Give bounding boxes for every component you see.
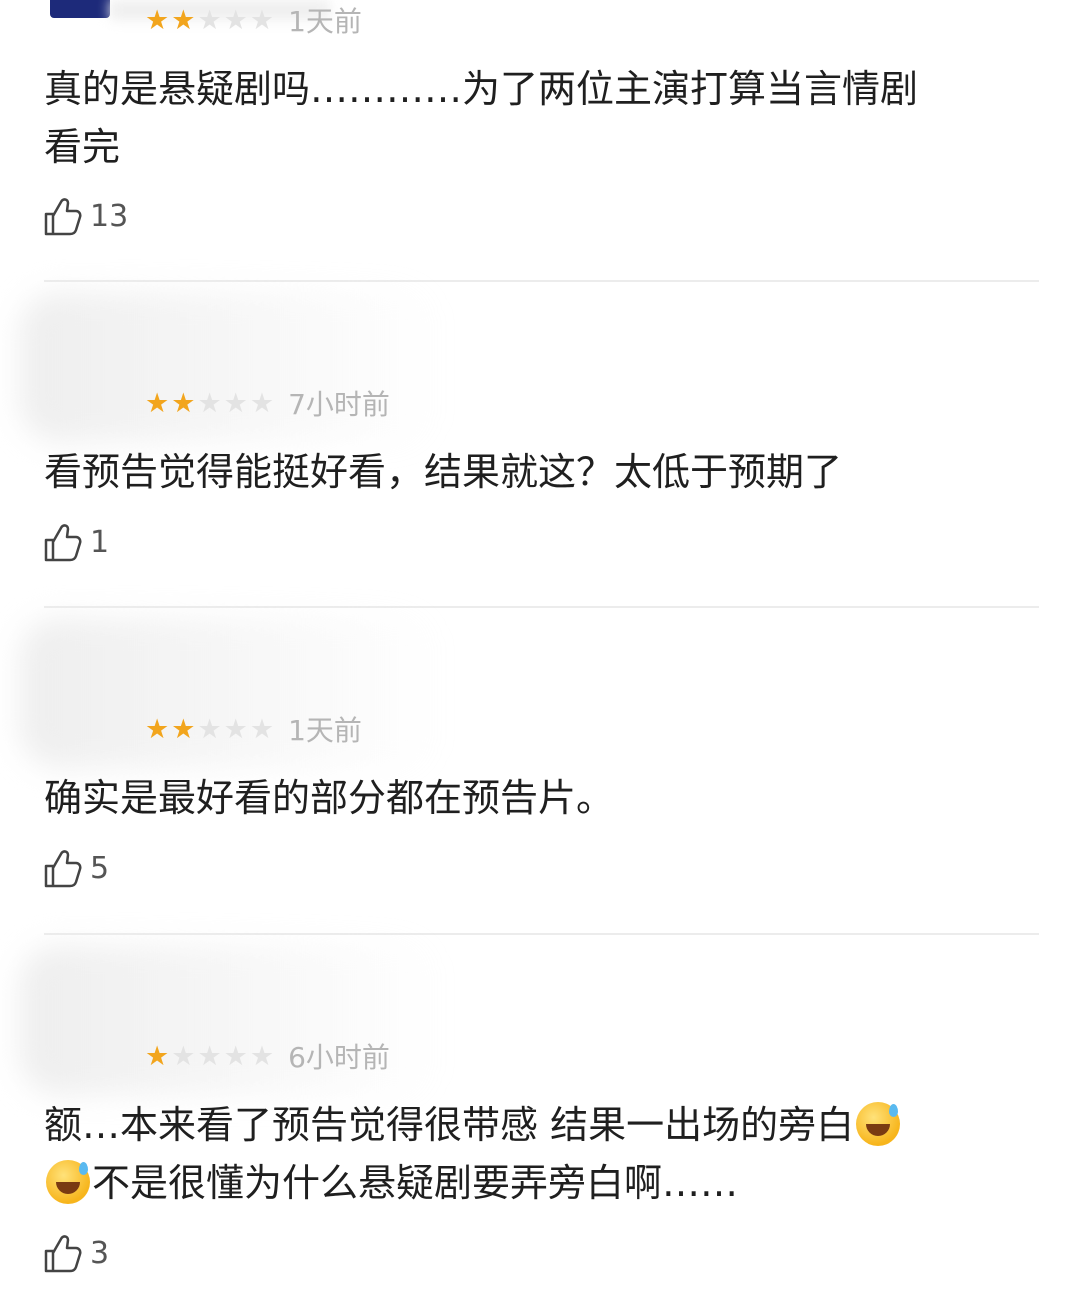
review-time: 7小时前 [288, 388, 390, 421]
star-icon: ★ [145, 387, 170, 419]
grinning-sweat-emoji-icon [856, 1101, 901, 1146]
like-count: 5 [90, 850, 110, 886]
star-icon: ★ [197, 387, 222, 419]
review-text-line: 额…本来看了预告觉得很带感 结果一出场的旁白 [44, 1096, 1039, 1154]
divider [44, 606, 1039, 608]
star-icon: ★ [145, 4, 170, 36]
divider [44, 933, 1039, 935]
star-icon: ★ [171, 713, 196, 745]
star-rating: ★ ★ ★ ★ ★ [145, 390, 274, 417]
like-button[interactable]: 1 [42, 519, 109, 565]
star-rating: ★ ★ ★ ★ ★ [145, 7, 274, 34]
review-meta: ★ ★ ★ ★ ★ 6小时前 [145, 1039, 390, 1074]
review-meta: ★ ★ ★ ★ ★ 1天前 [145, 712, 362, 747]
review-text-segment: 不是很懂为什么悬疑剧要弄旁白啊…… [92, 1161, 739, 1205]
star-icon: ★ [197, 4, 222, 36]
review-text-line: 真的是悬疑剧吗…………为了两位主演打算当言情剧 [44, 67, 919, 111]
like-count: 1 [90, 524, 110, 560]
thumbs-up-icon [44, 198, 82, 236]
review-text-line: 确实是最好看的部分都在预告片。 [44, 776, 615, 820]
review-text: 真的是悬疑剧吗…………为了两位主演打算当言情剧 看完 [44, 60, 1019, 176]
star-icon: ★ [171, 4, 196, 36]
review-meta: ★ ★ ★ ★ ★ 7小时前 [145, 386, 390, 421]
review-time: 1天前 [288, 714, 362, 747]
star-icon: ★ [223, 4, 248, 36]
star-icon: ★ [223, 1040, 248, 1072]
star-icon: ★ [197, 713, 222, 745]
review-text: 看预告觉得能挺好看，结果就这？太低于预期了 [44, 443, 1019, 501]
star-icon: ★ [249, 387, 275, 419]
star-rating: ★ ★ ★ ★ ★ [145, 1043, 274, 1070]
review-text: 额…本来看了预告觉得很带感 结果一出场的旁白 不是很懂为什么悬疑剧要弄旁白啊…… [44, 1096, 1039, 1212]
review-meta: ★ ★ ★ ★ ★ 1天前 [145, 3, 362, 38]
star-icon: ★ [249, 1040, 275, 1072]
review-text: 确实是最好看的部分都在预告片。 [44, 769, 1019, 827]
review-time: 1天前 [288, 5, 362, 38]
star-icon: ★ [197, 1040, 222, 1072]
like-button[interactable]: 5 [42, 845, 109, 891]
review-text-segment: 额…本来看了预告觉得很带感 结果一出场的旁白 [44, 1103, 855, 1147]
review-time: 6小时前 [288, 1041, 390, 1074]
star-icon: ★ [223, 387, 248, 419]
avatar[interactable] [50, 0, 110, 18]
divider [44, 280, 1039, 282]
star-rating: ★ ★ ★ ★ ★ [145, 716, 274, 743]
thumbs-up-icon [44, 524, 82, 562]
grinning-sweat-emoji-icon [46, 1159, 90, 1204]
like-button[interactable]: 3 [42, 1230, 109, 1276]
star-icon: ★ [171, 1040, 196, 1072]
review-text-line: 看完 [44, 125, 121, 169]
thumbs-up-icon [44, 1235, 82, 1273]
star-icon: ★ [249, 4, 275, 36]
like-count: 3 [90, 1235, 110, 1271]
like-count: 13 [90, 198, 129, 234]
review-text-line: 看预告觉得能挺好看，结果就这？太低于预期了 [44, 450, 843, 494]
thumbs-up-icon [44, 850, 82, 888]
star-icon: ★ [171, 387, 196, 419]
like-button[interactable]: 13 [42, 193, 128, 239]
star-icon: ★ [223, 713, 248, 745]
star-icon: ★ [145, 1040, 170, 1072]
star-icon: ★ [249, 713, 275, 745]
star-icon: ★ [145, 713, 170, 745]
review-text-line: 不是很懂为什么悬疑剧要弄旁白啊…… [44, 1154, 1039, 1212]
